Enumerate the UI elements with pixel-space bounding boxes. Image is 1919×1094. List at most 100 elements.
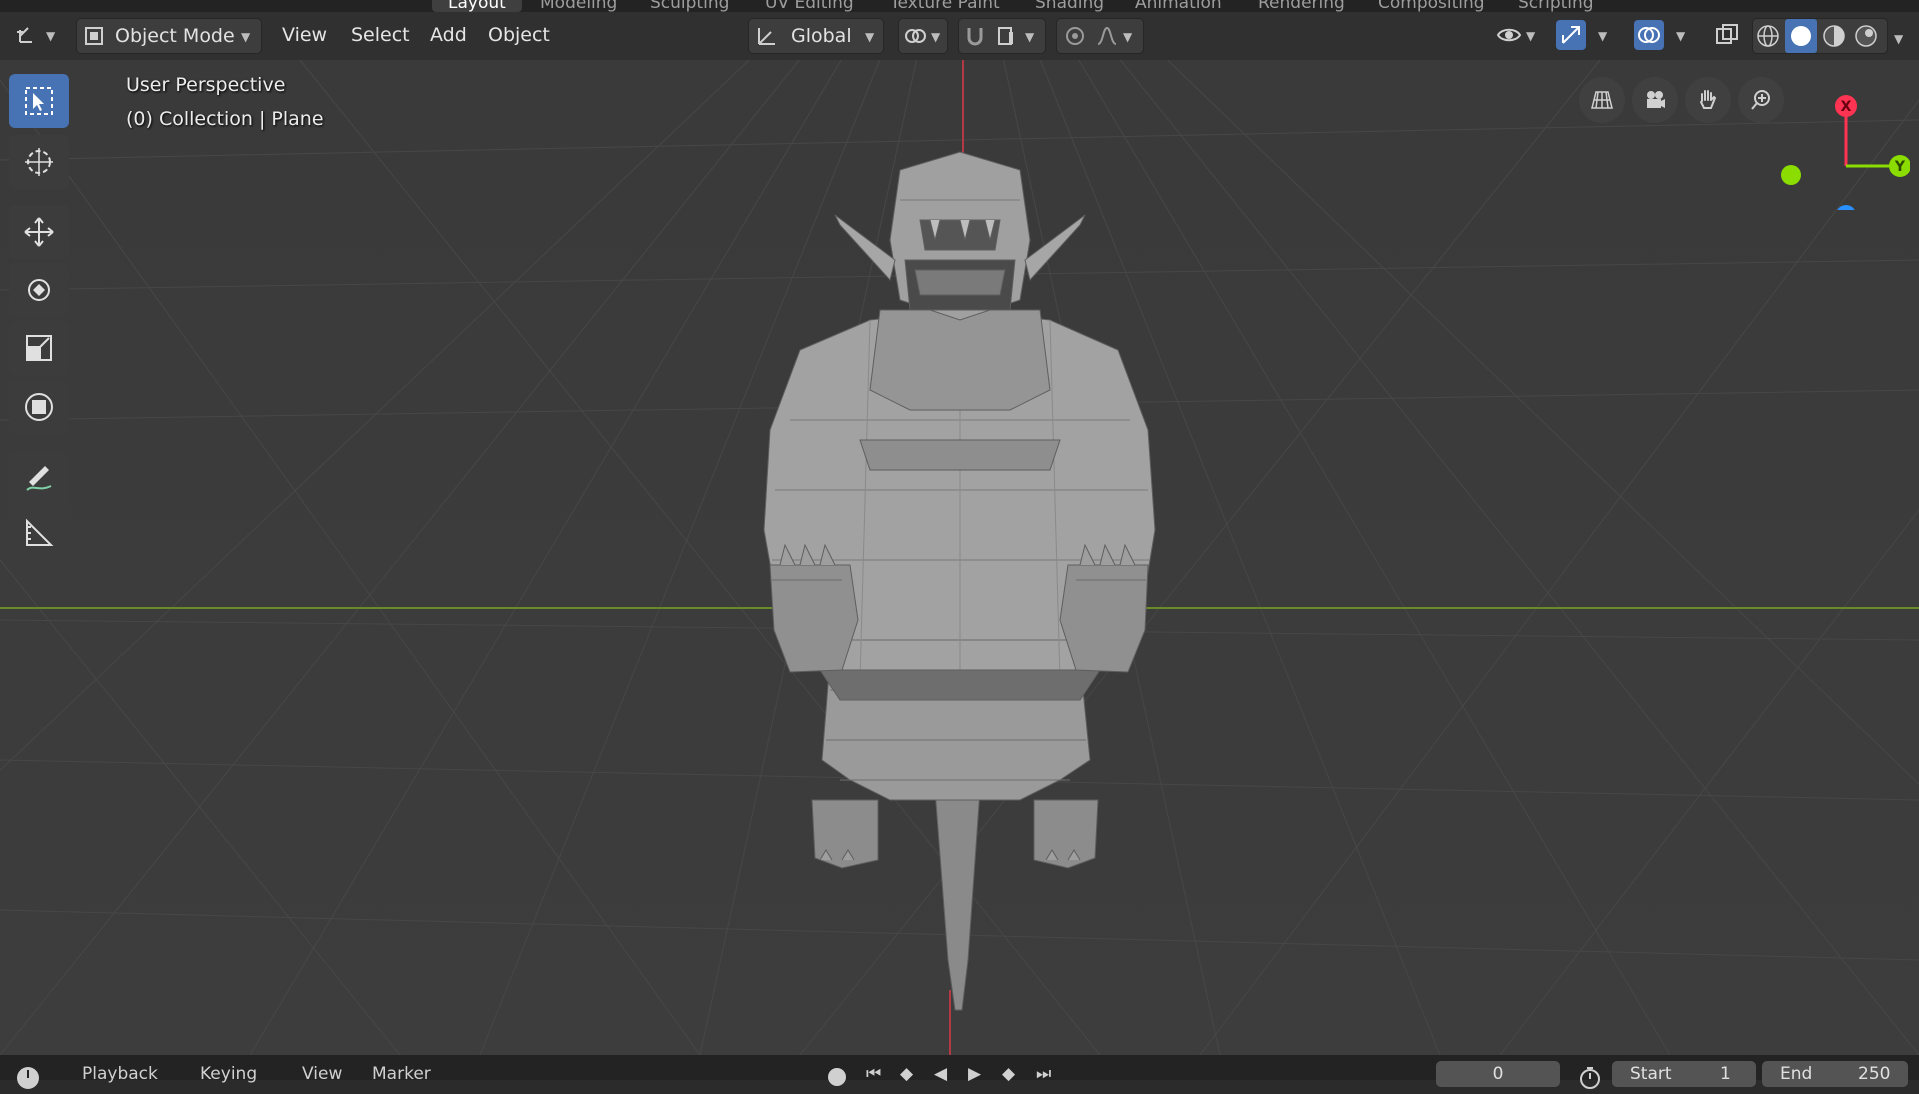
tab-compositing[interactable]: Compositing <box>1378 0 1485 12</box>
menu-marker[interactable]: Marker <box>372 1064 431 1084</box>
workspace-tab-strip: Layout Modeling Sculpting UV Editing Tex… <box>0 0 1919 12</box>
tab-modeling[interactable]: Modeling <box>540 0 617 12</box>
chevron-down-icon: ▼ <box>1123 30 1133 44</box>
chevron-down-icon: ▼ <box>931 30 941 44</box>
tab-shading[interactable]: Shading <box>1035 0 1104 12</box>
mode-label: Object Mode <box>115 25 235 47</box>
scale-icon <box>26 335 52 361</box>
rotate-tool[interactable] <box>9 263 69 317</box>
move-icon <box>24 217 54 247</box>
jump-to-end-icon[interactable]: ⏭ <box>1036 1064 1051 1084</box>
jump-to-start-icon[interactable]: ⏮ <box>866 1064 881 1084</box>
editor-type-button[interactable]: ▼ <box>10 18 62 52</box>
transform-tool[interactable] <box>9 380 69 434</box>
tab-sculpting[interactable]: Sculpting <box>650 0 729 12</box>
tab-rendering[interactable]: Rendering <box>1258 0 1345 12</box>
3d-viewport[interactable]: User Perspective (0) Collection | Plane … <box>0 60 1919 1055</box>
next-keyframe-icon[interactable]: ◆ <box>1002 1064 1015 1084</box>
camera-view-button[interactable] <box>1632 77 1678 123</box>
play-reverse-icon[interactable]: ◀ <box>934 1064 947 1084</box>
measure-tool[interactable] <box>9 506 69 560</box>
wireframe-shading-icon[interactable] <box>1755 23 1781 49</box>
gizmo-neg-y-axis[interactable] <box>1781 165 1801 185</box>
orientation-icon <box>758 28 775 45</box>
annotate-tool[interactable] <box>9 451 69 505</box>
object-mode-icon <box>85 27 103 45</box>
tab-scripting[interactable]: Scripting <box>1518 0 1594 12</box>
xray-toggle[interactable] <box>1712 18 1742 52</box>
rotate-icon <box>28 279 50 301</box>
pan-view-button[interactable] <box>1685 77 1731 123</box>
annotate-icon <box>26 466 52 491</box>
menu-view-timeline[interactable]: View <box>302 1064 342 1084</box>
pivot-point-dropdown[interactable]: ▼ <box>898 18 948 54</box>
prev-keyframe-icon[interactable]: ◆ <box>900 1064 913 1084</box>
current-frame-field[interactable]: 0 <box>1436 1061 1560 1087</box>
start-value: 1 <box>1720 1064 1731 1084</box>
solid-shading-button[interactable] <box>1785 19 1817 53</box>
gizmo-y-label: Y <box>1894 159 1906 175</box>
xray-icon <box>1716 24 1738 44</box>
end-value: 250 <box>1858 1064 1891 1084</box>
navigation-gizmo[interactable]: X Y <box>1770 90 1910 210</box>
menu-keying[interactable]: Keying <box>200 1064 257 1084</box>
overlays-icon <box>1638 27 1660 43</box>
viewport-perspective-label: User Perspective <box>126 74 286 96</box>
cursor-tool[interactable] <box>9 135 69 189</box>
menu-object[interactable]: Object <box>488 18 550 52</box>
start-frame-field[interactable]: Start 1 <box>1612 1061 1756 1087</box>
gizmo-x-label: X <box>1841 99 1852 115</box>
chevron-down-icon: ▼ <box>241 30 251 44</box>
tab-layout[interactable]: Layout <box>432 0 522 12</box>
gizmo-z-axis[interactable] <box>1836 205 1856 210</box>
end-frame-field[interactable]: End 250 <box>1762 1061 1908 1087</box>
record-button[interactable] <box>828 1068 846 1086</box>
gizmo-icon <box>1562 26 1580 44</box>
snapping-group[interactable]: ▼ <box>958 18 1046 54</box>
transform-icon <box>25 393 53 421</box>
material-shading-icon[interactable] <box>1821 23 1847 49</box>
menu-select[interactable]: Select <box>351 18 410 52</box>
chevron-down-icon: ▼ <box>46 29 56 43</box>
shading-mode-group <box>1752 18 1888 54</box>
chevron-down-icon: ▼ <box>1676 29 1686 43</box>
tab-uv-editing[interactable]: UV Editing <box>765 0 854 12</box>
proportional-editing-group[interactable]: ▼ <box>1056 18 1144 54</box>
eye-icon <box>1496 28 1522 42</box>
menu-playback[interactable]: Playback <box>82 1064 158 1084</box>
camera-icon <box>1647 91 1665 108</box>
toggle-ortho-button[interactable] <box>1579 77 1625 123</box>
mode-dropdown[interactable]: Object Mode ▼ <box>76 18 262 54</box>
gizmo-toggle[interactable]: ▼ <box>1556 18 1618 52</box>
visibility-dropdown[interactable]: ▼ <box>1494 18 1544 52</box>
move-tool[interactable] <box>9 205 69 259</box>
select-box-tool[interactable] <box>9 74 69 128</box>
menu-view[interactable]: View <box>282 18 327 52</box>
shading-options-chevron-icon[interactable]: ▼ <box>1894 32 1903 46</box>
transform-orientation-dropdown[interactable]: Global ▼ <box>748 18 884 54</box>
editor-type-icon <box>17 27 32 43</box>
hand-icon <box>1700 90 1717 109</box>
end-label: End <box>1780 1064 1813 1084</box>
timeline-editor-icon[interactable] <box>14 1064 44 1094</box>
grid-icon <box>1591 91 1613 109</box>
stopwatch-icon[interactable] <box>1576 1064 1604 1092</box>
tab-animation[interactable]: Animation <box>1135 0 1222 12</box>
overlays-toggle[interactable]: ▼ <box>1634 18 1696 52</box>
tool-shelf <box>0 60 84 580</box>
magnet-icon <box>967 28 983 46</box>
viewport-header: ▼ Object Mode ▼ View Select Add Object G… <box>0 12 1919 60</box>
play-icon[interactable]: ▶ <box>968 1064 981 1084</box>
rendered-shading-icon[interactable] <box>1853 23 1879 49</box>
viewport-collection-label: (0) Collection | Plane <box>126 108 324 130</box>
solid-shading-icon <box>1791 26 1811 46</box>
proportional-edit-icon <box>1066 27 1084 45</box>
menu-add[interactable]: Add <box>430 18 467 52</box>
snap-target-icon <box>998 27 1013 45</box>
chevron-down-icon: ▼ <box>1025 30 1035 44</box>
measure-icon <box>26 518 54 546</box>
scale-tool[interactable] <box>9 321 69 375</box>
tab-texture-paint[interactable]: Texture Paint <box>890 0 1000 12</box>
viewport-grid <box>0 60 1919 1055</box>
falloff-curve-icon <box>1097 26 1117 45</box>
